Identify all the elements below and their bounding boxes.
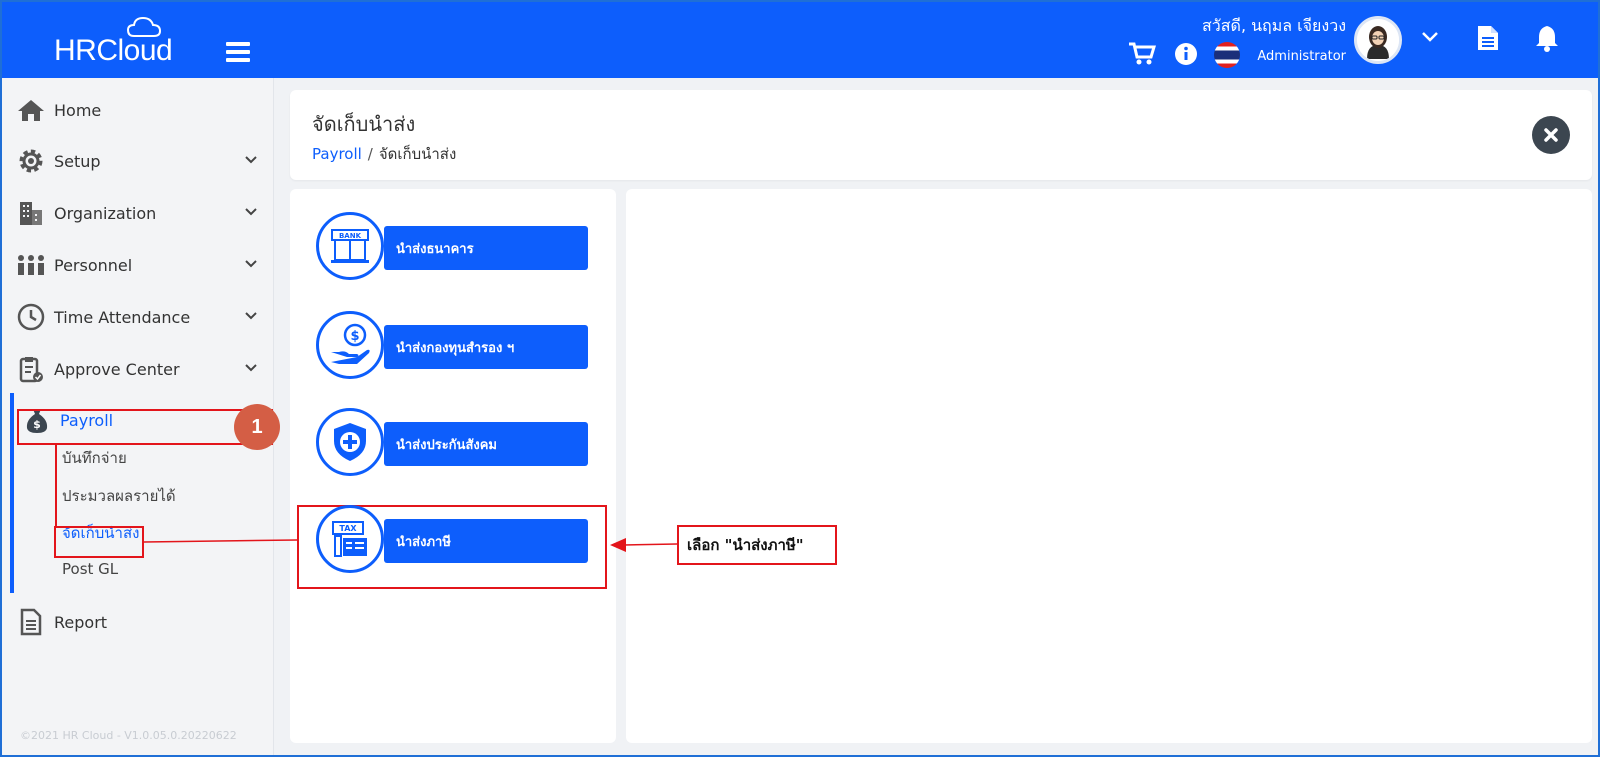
sidebar-item-label: Setup: [54, 151, 101, 171]
sidebar-item-organization[interactable]: Organization: [16, 193, 268, 233]
user-role: Administrator: [1257, 49, 1346, 64]
document-icon: [16, 607, 46, 637]
info-icon[interactable]: [1174, 42, 1198, 66]
chevron-down-icon: [245, 208, 257, 216]
submission-menu-card: BANK นำส่งธนาคาร $ นำส่งกองทุนสำรอง ฯ นำ…: [290, 189, 616, 743]
clock-icon: [16, 302, 46, 332]
fund-hand-icon: $: [316, 311, 384, 379]
breadcrumb-link-payroll[interactable]: Payroll: [312, 145, 362, 163]
avatar-image: [1357, 19, 1399, 61]
sidebar-subitem-payment-record[interactable]: บันทึกจ่าย: [62, 446, 127, 470]
chevron-down-icon: [245, 364, 257, 372]
sidebar-item-label: Time Attendance: [54, 307, 191, 327]
menu-item-bank[interactable]: BANK นำส่งธนาคาร: [316, 212, 596, 282]
chevron-down-icon[interactable]: [1420, 30, 1440, 44]
sidebar-item-time-attendance[interactable]: Time Attendance: [16, 297, 268, 337]
logo[interactable]: HRCloud: [54, 16, 184, 68]
breadcrumb-separator: /: [367, 145, 373, 163]
document-icon[interactable]: [1476, 24, 1500, 52]
hamburger-menu-icon[interactable]: [226, 42, 250, 62]
gear-icon: [16, 146, 46, 176]
bell-icon[interactable]: [1534, 24, 1560, 52]
sidebar-item-approve-center[interactable]: Approve Center: [16, 349, 268, 389]
svg-text:$: $: [350, 329, 359, 344]
sidebar-item-label: Approve Center: [54, 359, 180, 379]
sidebar-item-personnel[interactable]: Personnel: [16, 245, 268, 285]
annotation-connector: [55, 445, 57, 527]
user-greeting: สวัสดี, นฤมล เจียงวง: [1202, 16, 1346, 35]
menu-button-label[interactable]: นำส่งธนาคาร: [384, 226, 588, 270]
people-icon: [16, 250, 46, 280]
menu-item-social-security[interactable]: นำส่งประกันสังคม: [316, 408, 596, 478]
sidebar-item-home[interactable]: Home: [16, 90, 268, 130]
thai-flag-icon[interactable]: [1214, 42, 1240, 68]
page-header-card: จัดเก็บนำส่ง Payroll / จัดเก็บนำส่ง: [290, 90, 1592, 180]
page-title: จัดเก็บนำส่ง: [312, 112, 416, 136]
menu-item-provident-fund[interactable]: $ นำส่งกองทุนสำรอง ฯ: [316, 311, 596, 381]
sidebar-subitem-income-processing[interactable]: ประมวลผลรายได้: [62, 484, 176, 508]
breadcrumb-current: จัดเก็บนำส่ง: [378, 145, 457, 163]
sidebar-item-label: Report: [54, 612, 108, 632]
copyright-text: ©2021 HR Cloud - V1.0.05.0.20220622: [20, 729, 237, 742]
chevron-down-icon: [245, 312, 257, 320]
chevron-down-icon: [245, 156, 257, 164]
active-section-indicator: [10, 393, 14, 593]
building-icon: [16, 198, 46, 228]
close-button[interactable]: [1532, 116, 1570, 154]
tax-icon: TAX: [316, 505, 384, 573]
annotation-box-submission: [54, 526, 144, 558]
shield-plus-icon: [316, 408, 384, 476]
app-frame: HRCloud สวัสดี, นฤมล เจียงวง Administrat…: [0, 0, 1600, 757]
svg-text:BANK: BANK: [339, 232, 362, 240]
svg-text:TAX: TAX: [339, 524, 357, 533]
avatar[interactable]: [1354, 16, 1402, 64]
cart-icon[interactable]: [1128, 42, 1156, 66]
menu-button-label[interactable]: นำส่งกองทุนสำรอง ฯ: [384, 325, 588, 369]
chevron-down-icon: [245, 260, 257, 268]
close-icon: [1544, 128, 1558, 142]
top-header: HRCloud สวัสดี, นฤมล เจียงวง Administrat…: [2, 2, 1598, 78]
sidebar-item-label: Organization: [54, 203, 157, 223]
menu-button-label[interactable]: นำส่งประกันสังคม: [384, 422, 588, 466]
annotation-callout: เลือก "นำส่งภาษี": [677, 525, 837, 565]
sidebar-item-setup[interactable]: Setup: [16, 141, 268, 181]
logo-text: HRCloud: [54, 34, 173, 67]
sidebar-item-report[interactable]: Report: [16, 602, 268, 642]
clipboard-check-icon: [16, 354, 46, 384]
sidebar-subitem-post-gl[interactable]: Post GL: [62, 560, 118, 578]
breadcrumb: Payroll / จัดเก็บนำส่ง: [312, 142, 456, 166]
content-panel: [626, 189, 1592, 743]
home-icon: [16, 95, 46, 125]
bank-icon: BANK: [316, 212, 384, 280]
sidebar-item-label: Home: [54, 100, 102, 120]
step-badge: 1: [234, 404, 280, 450]
sidebar-item-label: Personnel: [54, 255, 133, 275]
